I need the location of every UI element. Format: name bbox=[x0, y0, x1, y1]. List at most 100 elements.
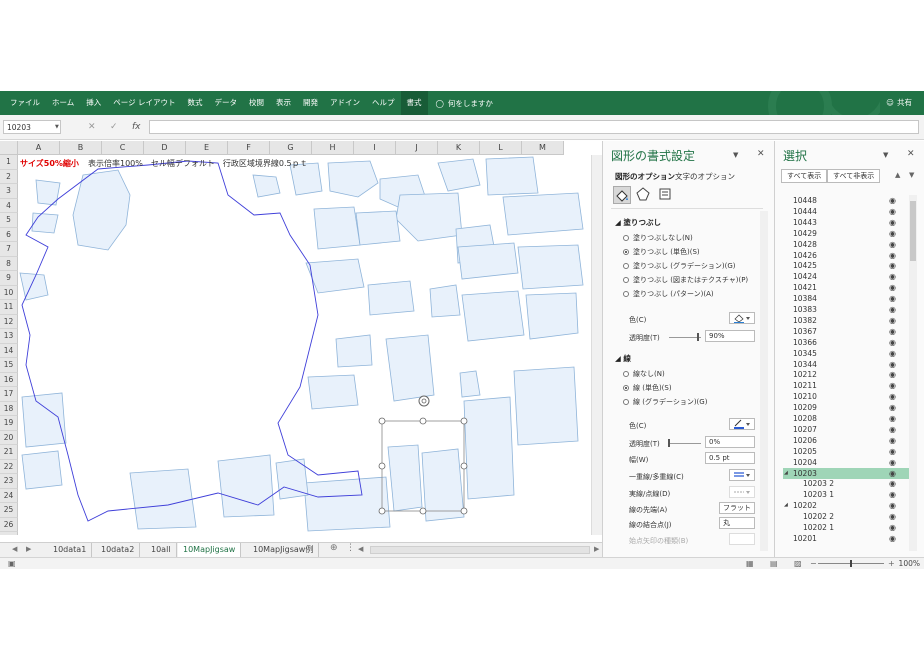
selection-list-item[interactable]: 10206 ◉ bbox=[783, 435, 909, 446]
ribbon-tab[interactable]: アドイン bbox=[324, 91, 366, 115]
selection-list-item[interactable]: 10383 ◉ bbox=[783, 304, 909, 315]
column-header[interactable]: A bbox=[18, 141, 60, 155]
page-layout-icon[interactable]: ▤ bbox=[770, 559, 778, 568]
row-header[interactable]: 27 bbox=[0, 532, 18, 535]
eye-icon[interactable]: ◉ bbox=[889, 206, 896, 217]
eye-icon[interactable]: ◉ bbox=[889, 500, 896, 511]
row-header[interactable]: 26 bbox=[0, 517, 18, 532]
page-break-icon[interactable]: ▨ bbox=[794, 559, 802, 568]
insert-function-icon[interactable]: fx bbox=[132, 120, 141, 134]
rotate-handle-icon[interactable] bbox=[418, 395, 430, 407]
map-shape[interactable] bbox=[35, 179, 61, 206]
ribbon-tab[interactable]: 校閲 bbox=[243, 91, 270, 115]
map-shape[interactable] bbox=[303, 476, 391, 532]
vertical-scrollbar[interactable] bbox=[591, 155, 602, 535]
map-shape[interactable] bbox=[387, 444, 423, 512]
sheet-tab[interactable]: 10data1 bbox=[48, 543, 93, 557]
column-header[interactable]: D bbox=[144, 141, 186, 155]
map-shape[interactable] bbox=[517, 244, 584, 290]
line-transparency-slider[interactable] bbox=[669, 443, 701, 444]
selection-list-item[interactable]: 10201 ◉ bbox=[783, 533, 909, 544]
eye-icon[interactable]: ◉ bbox=[889, 446, 896, 457]
close-icon[interactable]: ✕ bbox=[757, 149, 765, 159]
eye-icon[interactable]: ◉ bbox=[889, 260, 896, 271]
add-sheet-icon[interactable]: ⊕ bbox=[330, 543, 338, 553]
selection-list-item[interactable]: 10212 ◉ bbox=[783, 369, 909, 380]
sheet-tab[interactable]: 10all bbox=[146, 543, 177, 557]
check-icon[interactable]: ✓ bbox=[110, 120, 118, 134]
selection-list-item[interactable]: 10344 ◉ bbox=[783, 359, 909, 370]
row-header[interactable]: 7 bbox=[0, 242, 18, 257]
column-header[interactable]: F bbox=[228, 141, 270, 155]
eye-icon[interactable]: ◉ bbox=[889, 424, 896, 435]
tell-me-search[interactable]: ◯ 何をしますか bbox=[436, 98, 493, 109]
map-shape[interactable] bbox=[513, 366, 579, 446]
radio-icon[interactable] bbox=[623, 399, 629, 405]
row-header[interactable]: 22 bbox=[0, 459, 18, 474]
selection-list-item[interactable]: 10202 1 ◉ bbox=[783, 522, 909, 533]
eye-icon[interactable]: ◉ bbox=[889, 337, 896, 348]
map-shape[interactable] bbox=[313, 206, 361, 250]
row-header[interactable]: 15 bbox=[0, 358, 18, 373]
ribbon-tab[interactable]: 開発 bbox=[297, 91, 324, 115]
worksheet-grid[interactable]: ABCDEFGHIJKLM 1 2 3 4 5 6 7 8 9 10 11 12 13 14 15 16 17 1… bbox=[0, 141, 602, 535]
eye-icon[interactable]: ◉ bbox=[889, 478, 896, 489]
row-header[interactable]: 8 bbox=[0, 256, 18, 271]
row-header[interactable]: 9 bbox=[0, 271, 18, 286]
eye-icon[interactable]: ◉ bbox=[889, 315, 896, 326]
chevron-down-icon[interactable]: ▼ bbox=[733, 151, 738, 159]
map-shape[interactable] bbox=[429, 284, 461, 318]
radio-option[interactable]: 塗りつぶし (パターン)(A) bbox=[623, 289, 714, 299]
selection-list-item[interactable]: 10366 ◉ bbox=[783, 337, 909, 348]
selection-list-item[interactable]: ◢ 10203 ◉ bbox=[783, 467, 909, 479]
sheet-tab[interactable]: 10data2 bbox=[96, 543, 141, 557]
column-header[interactable]: C bbox=[102, 141, 144, 155]
selection-list-item[interactable]: 10429 ◉ bbox=[783, 228, 909, 239]
cap-type-dropdown[interactable]: フラット bbox=[719, 502, 755, 514]
radio-option[interactable]: 線 (単色)(S) bbox=[623, 383, 672, 393]
selection-list-item[interactable]: 10211 ◉ bbox=[783, 380, 909, 391]
begin-arrow-dropdown[interactable] bbox=[729, 533, 755, 545]
map-shape[interactable] bbox=[252, 174, 281, 198]
hscroll-left-icon[interactable]: ◀ bbox=[358, 545, 363, 553]
ribbon-tab[interactable]: ホーム bbox=[46, 91, 80, 115]
radio-option[interactable]: 塗りつぶしなし(N) bbox=[623, 233, 693, 243]
map-shape[interactable] bbox=[502, 192, 584, 236]
eye-icon[interactable]: ◉ bbox=[889, 228, 896, 239]
send-backward-icon[interactable]: ▼ bbox=[909, 171, 914, 179]
eye-icon[interactable]: ◉ bbox=[889, 271, 896, 282]
ribbon-tab[interactable]: 書式 bbox=[400, 91, 428, 115]
eye-icon[interactable]: ◉ bbox=[889, 533, 896, 544]
selection-list-item[interactable]: 10204 ◉ bbox=[783, 457, 909, 468]
chevron-down-icon[interactable]: ▼ bbox=[55, 124, 59, 130]
normal-view-icon[interactable]: ▦ bbox=[746, 559, 754, 568]
row-header[interactable]: 4 bbox=[0, 198, 18, 213]
map-shape[interactable] bbox=[385, 334, 435, 402]
eye-icon[interactable]: ◉ bbox=[889, 380, 896, 391]
fill-line-icon[interactable] bbox=[613, 186, 631, 204]
map-shape[interactable] bbox=[129, 468, 197, 530]
fill-transparency-input[interactable]: 90% bbox=[705, 330, 755, 342]
zoom-in-icon[interactable]: + bbox=[888, 559, 895, 568]
sheet-tab[interactable]: 10MapJigsaw例 bbox=[248, 543, 320, 557]
eye-icon[interactable]: ◉ bbox=[889, 522, 896, 533]
cell-a1-note[interactable]: 表示倍率100% セル幅デフォルト 行政区域境界線0.5ｐｔ bbox=[88, 158, 308, 169]
horizontal-scrollbar[interactable] bbox=[370, 546, 590, 554]
selection-list-item[interactable]: 10205 ◉ bbox=[783, 446, 909, 457]
map-shape[interactable] bbox=[367, 280, 415, 316]
fill-section-header[interactable]: ◢ 塗りつぶし bbox=[615, 217, 661, 228]
join-type-dropdown[interactable]: 丸 bbox=[719, 517, 755, 529]
map-shape[interactable] bbox=[525, 292, 579, 340]
close-icon[interactable]: ✕ bbox=[907, 149, 915, 159]
eye-icon[interactable]: ◉ bbox=[889, 359, 896, 370]
selection-list-item[interactable]: 10448 ◉ bbox=[783, 195, 909, 206]
show-all-button[interactable]: すべて表示 bbox=[781, 169, 828, 183]
radio-icon[interactable] bbox=[623, 385, 629, 391]
row-header[interactable]: 12 bbox=[0, 314, 18, 329]
name-box[interactable]: 10203 bbox=[3, 120, 61, 134]
selection-list-item[interactable]: ◢ 10202 ◉ bbox=[783, 500, 909, 511]
selection-scroll-thumb[interactable] bbox=[910, 201, 916, 261]
map-shape[interactable] bbox=[395, 192, 463, 242]
eye-icon[interactable]: ◉ bbox=[889, 195, 896, 206]
cell-a1-highlight[interactable]: サイズ50%縮小 bbox=[20, 158, 79, 169]
